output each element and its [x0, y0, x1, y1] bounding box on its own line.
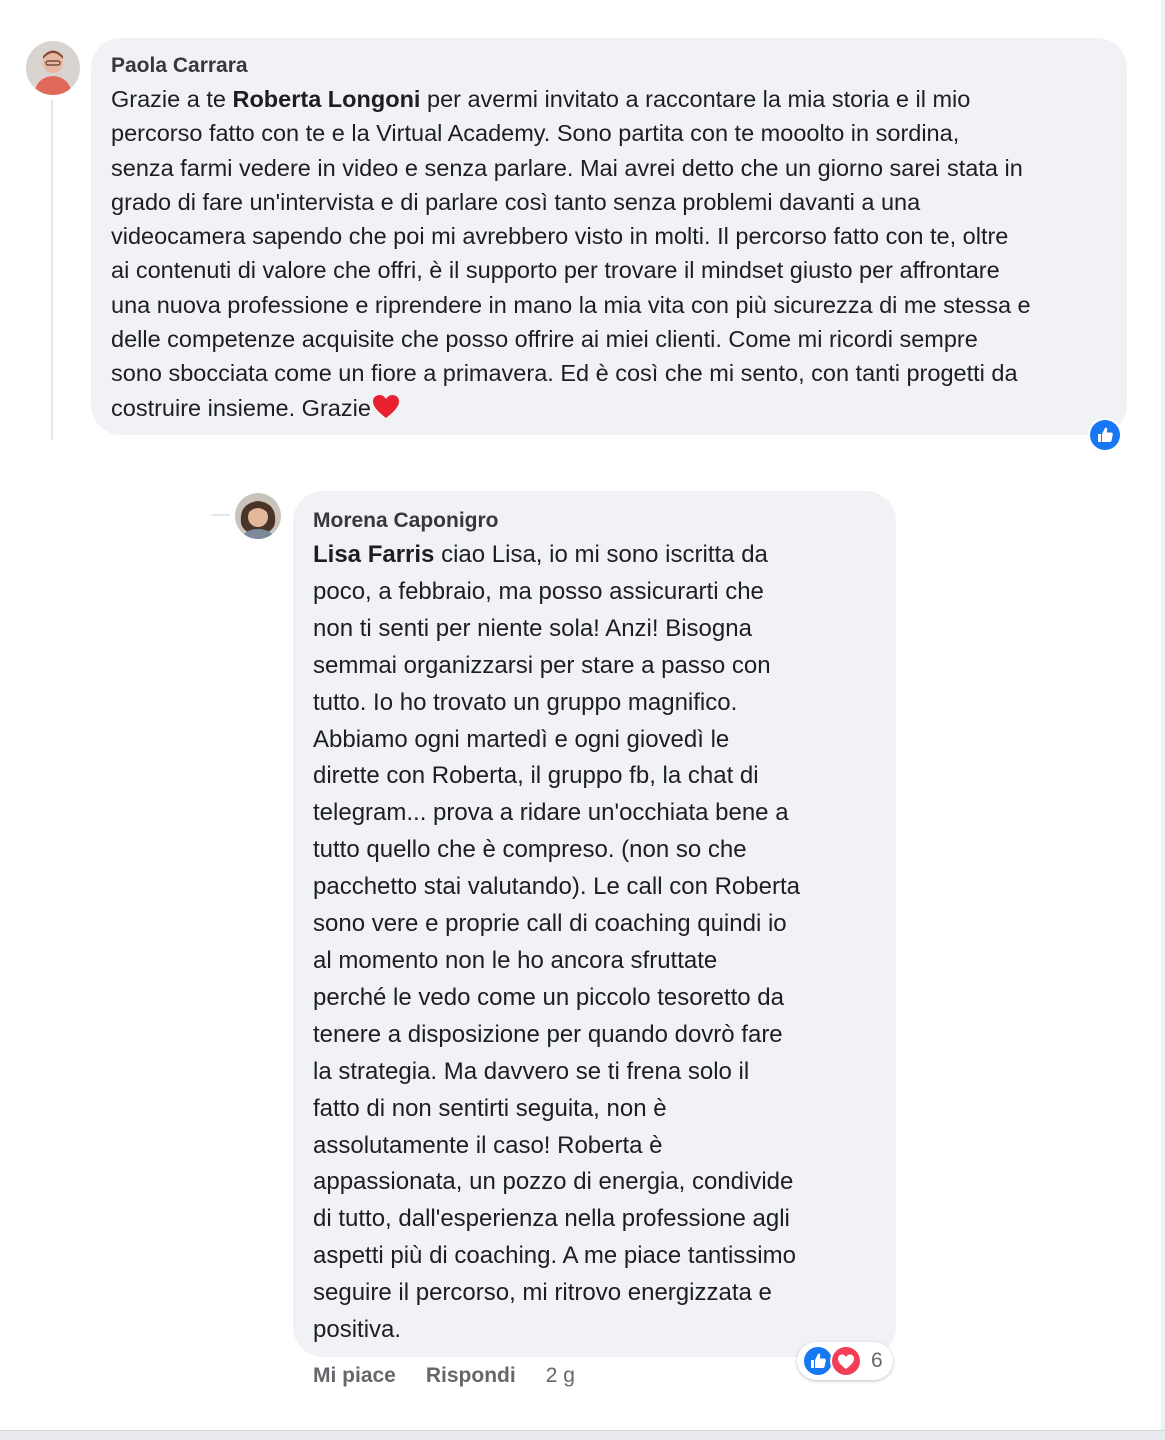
- comment-line: Lisa Farris ciao Lisa, io mi sono iscrit…: [313, 537, 876, 574]
- comment-line: senza farmi vedere in video e senza parl…: [111, 154, 1023, 181]
- comment-line: tutto quello che è compreso. (non so che: [313, 836, 747, 864]
- timestamp[interactable]: 2 g: [546, 1364, 575, 1388]
- comment-line: Abbiamo ogni martedì e ogni giovedì le: [313, 725, 730, 753]
- comment-line: fatto di non sentirti seguita, non è: [313, 1094, 667, 1122]
- comment-actions: Mi piace Rispondi 2 g: [313, 1364, 575, 1388]
- comment-line: assolutamente il caso! Roberta è: [313, 1131, 663, 1159]
- reaction-count: 6: [871, 1349, 883, 1372]
- reaction-summary[interactable]: 6: [797, 1342, 893, 1380]
- comment-line: pacchetto stai valutando). Le call con R…: [313, 873, 800, 901]
- comment-line: di tutto, dall'esperienza nella professi…: [313, 1205, 790, 1233]
- profile-photo-icon: [26, 41, 80, 95]
- comment-line: seguire il percorso, mi ritrovo energizz…: [313, 1279, 772, 1307]
- comment-line: Grazie a te Roberta Longoni per avermi i…: [111, 82, 1105, 116]
- comment-line: perché le vedo come un piccolo tesoretto…: [313, 983, 784, 1011]
- comment-line: dirette con Roberta, il gruppo fb, la ch…: [313, 762, 759, 790]
- comment-text-segment: ciao Lisa, io mi sono iscritta da: [434, 541, 768, 568]
- reaction-badge[interactable]: [1088, 418, 1122, 452]
- comment-author[interactable]: Morena Caponigro: [313, 509, 876, 533]
- mention-link[interactable]: Lisa Farris: [313, 541, 434, 568]
- comment-line: costruire insieme. Grazie: [111, 391, 1105, 429]
- avatar[interactable]: [26, 41, 80, 95]
- profile-photo-icon: [235, 493, 281, 539]
- comment-bubble: Paola Carrara Grazie a te Roberta Longon…: [91, 38, 1127, 435]
- avatar[interactable]: [235, 493, 281, 539]
- comment-line: videocamera sapendo che poi mi avrebbero…: [111, 223, 1009, 250]
- comment-bubble: Morena Caponigro Lisa Farris ciao Lisa, …: [293, 491, 896, 1357]
- comment-line: percorso fatto con te e la Virtual Acade…: [111, 120, 960, 147]
- comment-line: tutto. Io ho trovato un gruppo magnifico…: [313, 688, 738, 716]
- comment-line: ai contenuti di valore che offri, è il s…: [111, 257, 1000, 284]
- comment-line: sono sbocciata come un fiore a primavera…: [111, 360, 1018, 387]
- comment-line: semmai organizzarsi per stare a passo co…: [313, 651, 771, 679]
- scrollbar-track: [1161, 0, 1165, 1430]
- comment-line: aspetti più di coaching. A me piace tant…: [313, 1242, 796, 1270]
- reply-connector: [212, 514, 230, 516]
- like-button[interactable]: Mi piace: [313, 1364, 396, 1388]
- comment-line: al momento non le ho ancora sfruttate: [313, 946, 718, 974]
- comment-line: sono vere e proprie call di coaching qui…: [313, 910, 787, 938]
- like-icon: [1090, 420, 1120, 450]
- comment-text-segment: per avermi invitato a raccontare la mia …: [420, 86, 971, 112]
- love-icon: [830, 1345, 862, 1377]
- comment-line: grado di fare un'intervista e di parlare…: [111, 188, 921, 215]
- comment-text: Lisa Farris ciao Lisa, io mi sono iscrit…: [313, 537, 876, 1349]
- comment-text-segment: costruire insieme. Grazie: [111, 394, 371, 421]
- bottom-divider: [0, 1430, 1165, 1440]
- comment-line: poco, a febbraio, ma posso assicurarti c…: [313, 577, 764, 605]
- comment-line: una nuova professione e riprendere in ma…: [111, 291, 1031, 318]
- comment-line: positiva.: [313, 1316, 402, 1344]
- comment-author[interactable]: Paola Carrara: [111, 54, 1105, 78]
- comment-line: la strategia. Ma davvero se ti frena sol…: [313, 1057, 750, 1085]
- reply-button[interactable]: Rispondi: [426, 1364, 516, 1388]
- comment-line: telegram... prova a ridare un'occhiata b…: [313, 799, 789, 827]
- comment-line: non ti senti per niente sola! Anzi! Biso…: [313, 614, 752, 642]
- comment-text: Grazie a te Roberta Longoni per avermi i…: [111, 82, 1105, 429]
- mention-link[interactable]: Roberta Longoni: [232, 86, 420, 112]
- comment-line: appassionata, un pozzo di energia, condi…: [313, 1168, 794, 1196]
- thread-line: [51, 100, 53, 440]
- comment-line: tenere a disposizione per quando dovrò f…: [313, 1020, 783, 1048]
- heart-emoji-icon: [372, 394, 400, 429]
- comment-text-segment: Grazie a te: [111, 86, 233, 112]
- comment-line: delle competenze acquisite che posso off…: [111, 326, 978, 353]
